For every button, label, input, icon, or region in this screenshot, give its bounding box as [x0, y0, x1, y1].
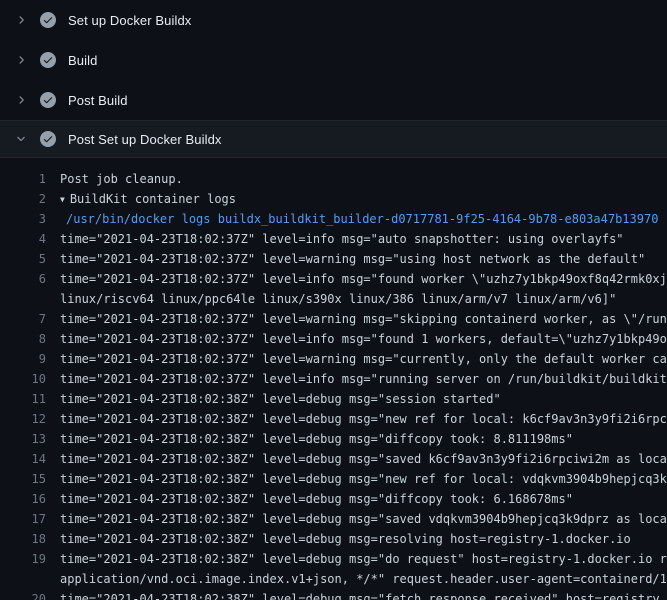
log-line: 19 time="2021-04-23T18:02:38Z" level=debu…: [0, 549, 667, 569]
log-line: 15 time="2021-04-23T18:02:38Z" level=debu…: [0, 469, 667, 489]
line-number[interactable]: 1: [0, 169, 46, 189]
log-text: time="2021-04-23T18:02:38Z" level=debug …: [60, 589, 667, 600]
log-text: time="2021-04-23T18:02:38Z" level=debug …: [60, 469, 667, 489]
log-text: time="2021-04-23T18:02:38Z" level=debug …: [60, 389, 667, 409]
log-text: time="2021-04-23T18:02:38Z" level=debug …: [60, 409, 667, 429]
line-number: [0, 289, 46, 309]
check-circle-icon: [40, 131, 56, 147]
log-text: time="2021-04-23T18:02:38Z" level=debug …: [60, 429, 667, 449]
line-number[interactable]: 10: [0, 369, 46, 389]
log-text: time="2021-04-23T18:02:38Z" level=debug …: [60, 509, 667, 529]
log-text: time="2021-04-23T18:02:38Z" level=debug …: [60, 549, 667, 569]
line-number[interactable]: 12: [0, 409, 46, 429]
step-name: Build: [68, 53, 97, 68]
log-line: 7 time="2021-04-23T18:02:37Z" level=warni…: [0, 309, 667, 329]
check-circle-icon: [40, 92, 56, 108]
log-line: 9 time="2021-04-23T18:02:37Z" level=warni…: [0, 349, 667, 369]
log-line: 12 time="2021-04-23T18:02:38Z" level=debu…: [0, 409, 667, 429]
chevron-down-icon: [14, 132, 28, 146]
log-line: 14 time="2021-04-23T18:02:38Z" level=debu…: [0, 449, 667, 469]
log-line: 6 time="2021-04-23T18:02:37Z" level=info …: [0, 269, 667, 289]
log-line: 3/usr/bin/docker logs buildx_buildkit_bu…: [0, 209, 667, 229]
line-number[interactable]: 7: [0, 309, 46, 329]
log-line: 1 Post job cleanup.: [0, 169, 667, 189]
chevron-right-icon: [14, 53, 28, 67]
log-text: time="2021-04-23T18:02:37Z" level=info m…: [60, 369, 667, 389]
log-line: 5 time="2021-04-23T18:02:37Z" level=warni…: [0, 249, 667, 269]
line-number[interactable]: 13: [0, 429, 46, 449]
line-number[interactable]: 20: [0, 589, 46, 600]
check-circle-icon: [40, 52, 56, 68]
log-text: application/vnd.oci.image.index.v1+json,…: [60, 569, 667, 589]
line-number[interactable]: 14: [0, 449, 46, 469]
line-number[interactable]: 18: [0, 529, 46, 549]
chevron-right-icon: [14, 93, 28, 107]
log-text: linux/riscv64 linux/ppc64le linux/s390x …: [60, 289, 667, 309]
line-number[interactable]: 4: [0, 229, 46, 249]
log-text: time="2021-04-23T18:02:37Z" level=warnin…: [60, 309, 667, 329]
log-line: 17 time="2021-04-23T18:02:38Z" level=debu…: [0, 509, 667, 529]
line-number[interactable]: 19: [0, 549, 46, 569]
log-text: time="2021-04-23T18:02:37Z" level=info m…: [60, 329, 667, 349]
line-number[interactable]: 17: [0, 509, 46, 529]
log-text: time="2021-04-23T18:02:37Z" level=warnin…: [60, 349, 667, 369]
step-header-post-set-up-docker-buildx[interactable]: Post Set up Docker Buildx: [0, 120, 667, 158]
log-line: 8 time="2021-04-23T18:02:37Z" level=info …: [0, 329, 667, 349]
line-number[interactable]: 8: [0, 329, 46, 349]
line-number[interactable]: 16: [0, 489, 46, 509]
log-group-toggle[interactable]: ▼BuildKit container logs: [60, 189, 667, 209]
log-line: 18 time="2021-04-23T18:02:38Z" level=debu…: [0, 529, 667, 549]
log-line: 4 time="2021-04-23T18:02:37Z" level=info …: [0, 229, 667, 249]
log-line: 2 ▼BuildKit container logs: [0, 189, 667, 209]
log-output: 1 Post job cleanup. 2 ▼BuildKit container l…: [0, 158, 667, 600]
log-line: linux/riscv64 linux/ppc64le linux/s390x …: [0, 289, 667, 309]
log-line: 20 time="2021-04-23T18:02:38Z" level=debu…: [0, 589, 667, 600]
line-number[interactable]: 2: [0, 189, 46, 209]
step-name: Post Set up Docker Buildx: [68, 132, 222, 147]
step-header-set-up-docker-buildx[interactable]: Set up Docker Buildx: [0, 0, 667, 40]
log-line: 11 time="2021-04-23T18:02:38Z" level=debu…: [0, 389, 667, 409]
group-expanded-icon: ▼: [60, 190, 65, 209]
line-number[interactable]: 6: [0, 269, 46, 289]
log-line: 13 time="2021-04-23T18:02:38Z" level=debu…: [0, 429, 667, 449]
log-text: time="2021-04-23T18:02:38Z" level=debug …: [60, 449, 667, 469]
step-header-post-build[interactable]: Post Build: [0, 80, 667, 120]
log-text: Post job cleanup.: [60, 169, 667, 189]
log-text: time="2021-04-23T18:02:37Z" level=warnin…: [60, 249, 667, 269]
check-circle-icon: [40, 12, 56, 28]
log-text: time="2021-04-23T18:02:38Z" level=debug …: [60, 489, 667, 509]
log-text: time="2021-04-23T18:02:37Z" level=info m…: [60, 269, 667, 289]
step-sections: Set up Docker Buildx Build Post Build Post …: [0, 0, 667, 600]
line-number[interactable]: 5: [0, 249, 46, 269]
log-command-text: /usr/bin/docker logs buildx_buildkit_bui…: [60, 209, 667, 229]
log-line: 16 time="2021-04-23T18:02:38Z" level=debu…: [0, 489, 667, 509]
line-number[interactable]: 15: [0, 469, 46, 489]
step-name: Post Build: [68, 93, 128, 108]
line-number: [0, 569, 46, 589]
log-text: time="2021-04-23T18:02:37Z" level=info m…: [60, 229, 667, 249]
log-line: 10 time="2021-04-23T18:02:37Z" level=info…: [0, 369, 667, 389]
line-number[interactable]: 3: [0, 209, 46, 229]
chevron-right-icon: [14, 13, 28, 27]
log-text: time="2021-04-23T18:02:38Z" level=debug …: [60, 529, 667, 549]
step-header-build[interactable]: Build: [0, 40, 667, 80]
log-line: application/vnd.oci.image.index.v1+json,…: [0, 569, 667, 589]
workflow-log-viewer: Set up Docker Buildx Build Post Build Post …: [0, 0, 667, 600]
line-number[interactable]: 9: [0, 349, 46, 369]
line-number[interactable]: 11: [0, 389, 46, 409]
step-name: Set up Docker Buildx: [68, 13, 191, 28]
